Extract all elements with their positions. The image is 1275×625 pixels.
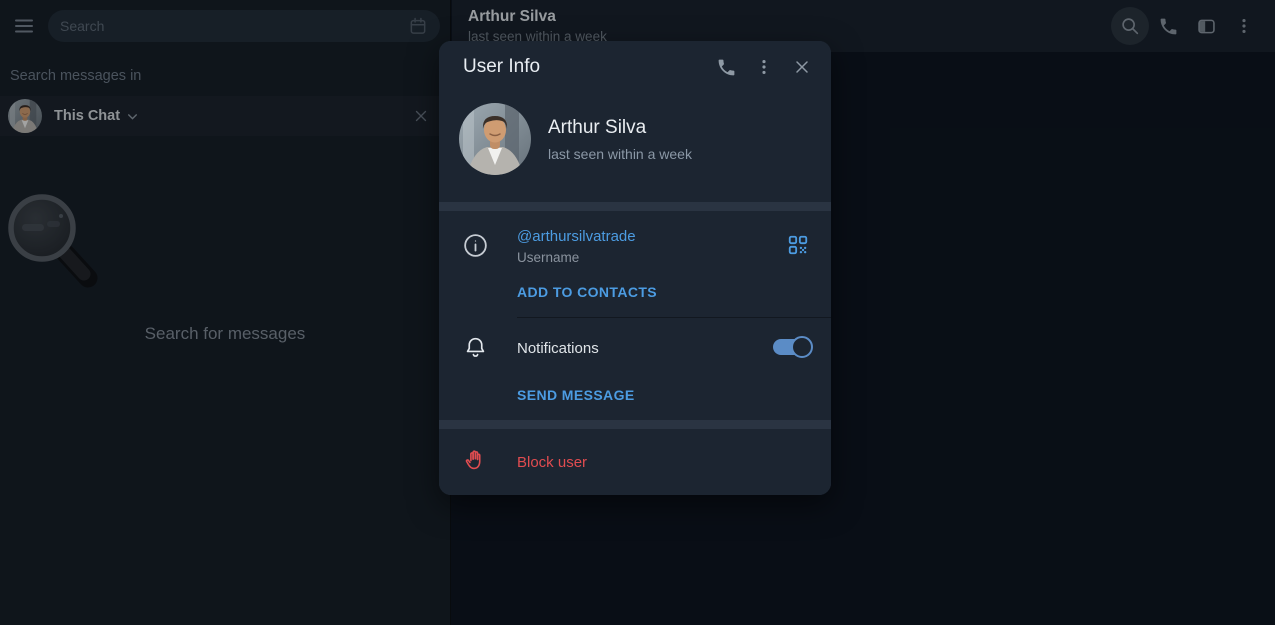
qr-code-icon xyxy=(787,234,809,256)
modal-profile-section: User Info xyxy=(439,41,831,202)
toggle-knob xyxy=(791,336,813,358)
profile-avatar[interactable] xyxy=(459,103,531,175)
profile-status: last seen within a week xyxy=(548,146,692,162)
modal-call-button[interactable] xyxy=(707,48,745,86)
modal-danger-section: Block user xyxy=(439,429,831,495)
modal-close-button[interactable] xyxy=(783,48,821,86)
notifications-label: Notifications xyxy=(517,340,599,357)
add-to-contacts-button[interactable]: ADD TO CONTACTS xyxy=(517,284,657,300)
app-window: Search messages in This Chat xyxy=(0,0,1275,625)
modal-actions-section: @arthursilvatrade Username ADD TO CONTAC… xyxy=(439,211,831,420)
raised-hand-icon xyxy=(464,449,487,474)
close-icon xyxy=(792,57,812,77)
kebab-icon xyxy=(754,57,774,77)
notifications-toggle[interactable] xyxy=(773,336,813,358)
section-divider xyxy=(517,317,831,318)
profile-name: Arthur Silva xyxy=(548,117,692,139)
bell-icon xyxy=(463,335,488,360)
user-info-modal: User Info xyxy=(439,41,831,495)
modal-title: User Info xyxy=(463,56,707,78)
send-message-button[interactable]: SEND MESSAGE xyxy=(517,387,635,403)
profile-row: Arthur Silva last seen within a week xyxy=(439,93,831,175)
modal-header: User Info xyxy=(439,41,831,93)
username-block[interactable]: @arthursilvatrade Username xyxy=(517,228,636,265)
username-value[interactable]: @arthursilvatrade xyxy=(517,228,636,245)
info-icon xyxy=(462,232,489,259)
modal-more-button[interactable] xyxy=(745,48,783,86)
phone-icon xyxy=(716,57,737,78)
block-user-button[interactable]: Block user xyxy=(517,454,587,471)
username-label: Username xyxy=(517,250,636,265)
qr-code-button[interactable] xyxy=(780,227,816,263)
